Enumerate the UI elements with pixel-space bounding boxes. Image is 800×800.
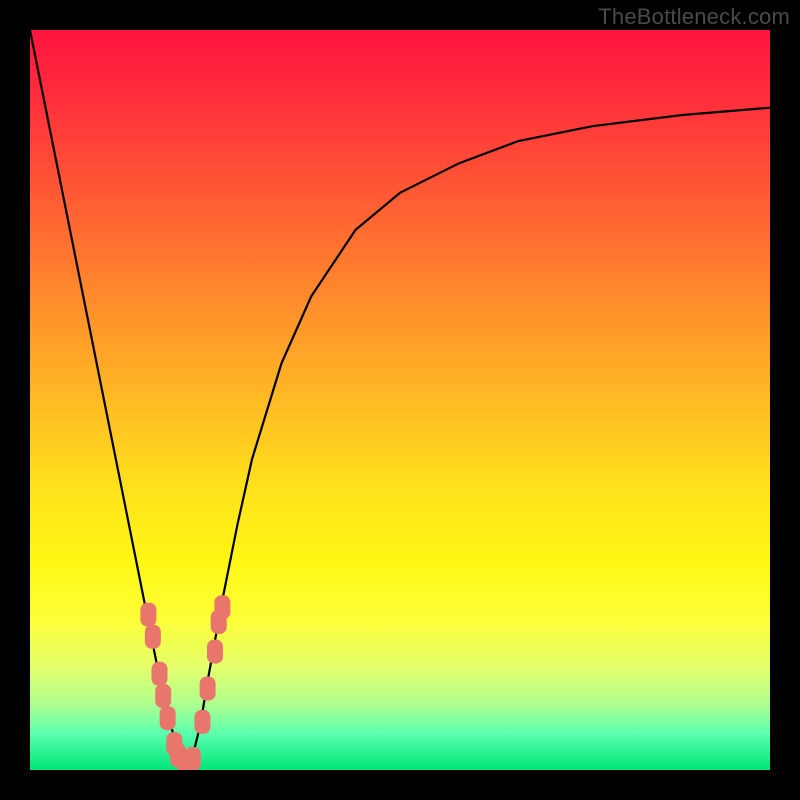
data-point	[200, 677, 216, 701]
data-point	[160, 706, 176, 730]
data-point	[145, 625, 161, 649]
curve-layer	[30, 30, 770, 770]
chart-frame: TheBottleneck.com	[0, 0, 800, 800]
marker-layer	[140, 595, 230, 770]
plot-area	[30, 30, 770, 770]
data-point	[207, 640, 223, 664]
data-point	[155, 684, 171, 708]
attribution-text: TheBottleneck.com	[598, 4, 790, 30]
data-point	[185, 747, 201, 770]
data-point	[152, 662, 168, 686]
data-point	[214, 595, 230, 619]
data-point	[194, 710, 210, 734]
data-point	[140, 603, 156, 627]
bottleneck-curve	[30, 30, 770, 770]
